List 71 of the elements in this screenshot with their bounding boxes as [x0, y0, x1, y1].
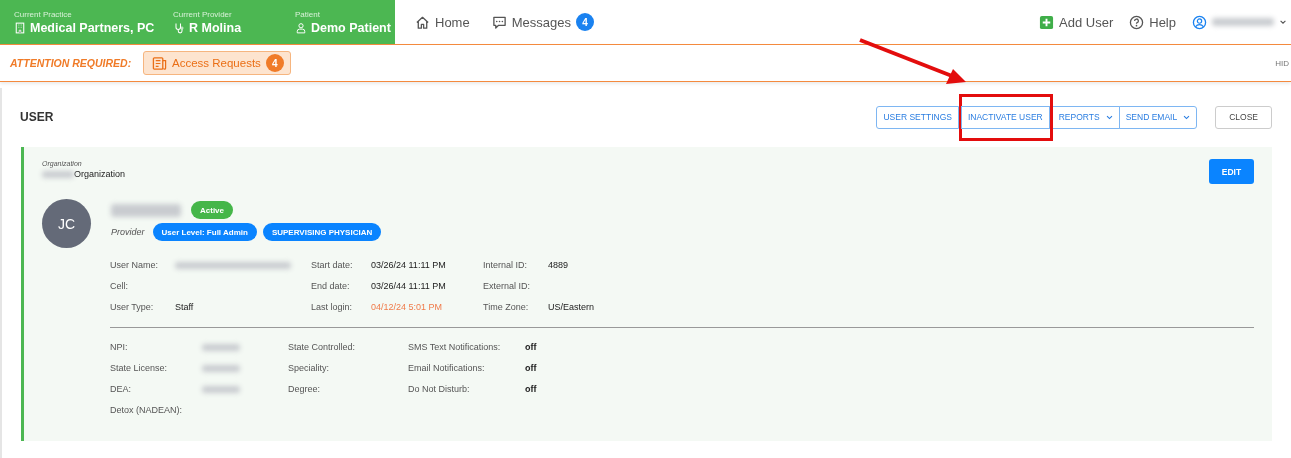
- header-link[interactable]: Add User: [1039, 14, 1114, 30]
- field-label: State Controlled:: [288, 342, 357, 352]
- field-label: Speciality:: [288, 363, 331, 373]
- context-label: Current Provider: [173, 9, 233, 19]
- plus-icon: [1039, 14, 1055, 30]
- caret-icon: [1279, 18, 1287, 26]
- action-button[interactable]: SEND EMAIL: [1118, 105, 1198, 129]
- field-value: off: [525, 342, 537, 352]
- document-icon: [152, 55, 167, 71]
- home-icon: [415, 14, 430, 30]
- field-value: off: [525, 363, 537, 373]
- field-value: 04/12/24 5:01 PM: [371, 302, 443, 312]
- building-icon: [14, 21, 26, 34]
- field-label: Degree:: [288, 384, 322, 394]
- role-badge: User Level: Full Admin: [152, 223, 257, 241]
- header-link[interactable]: Help: [1129, 14, 1176, 30]
- field-label: Do Not Disturb:: [408, 384, 471, 394]
- field-label: User Type:: [110, 302, 155, 312]
- field-label: Internal ID:: [483, 260, 529, 270]
- nav-link[interactable]: Messages 4: [491, 13, 594, 31]
- stethoscope-icon: [173, 21, 185, 34]
- hide-link[interactable]: HID: [1275, 58, 1289, 68]
- field-value: 03/26/24 11:11 PM: [371, 260, 446, 270]
- caret-icon: [1183, 113, 1191, 121]
- context-label: Patient: [295, 9, 321, 19]
- field-label: SMS Text Notifications:: [408, 342, 502, 352]
- field-label: NPI:: [110, 342, 129, 352]
- field-label: DEA:: [110, 384, 132, 394]
- field-value: US/Eastern: [548, 302, 595, 312]
- field-label: Detox (NADEAN):: [110, 405, 183, 415]
- organization-name: Organization: [74, 169, 126, 179]
- person-icon: [295, 21, 307, 34]
- redacted-name: [111, 203, 181, 217]
- access-requests-button[interactable]: Access Requests 4: [143, 51, 291, 75]
- field-value: 03/26/44 11:11 PM: [371, 281, 446, 291]
- context-value[interactable]: Demo Patient: [295, 20, 391, 35]
- field-label: End date:: [311, 281, 351, 291]
- context-label: Current Practice: [14, 9, 73, 19]
- avatar: JC: [42, 199, 91, 248]
- context-value[interactable]: R Molina: [173, 20, 295, 35]
- context-value[interactable]: Medical Partners, PC: [14, 20, 173, 35]
- field-label: Email Notifications:: [408, 363, 486, 373]
- user-icon: [1192, 14, 1207, 30]
- action-button[interactable]: REPORTS: [1051, 105, 1120, 129]
- field-label: Time Zone:: [483, 302, 530, 312]
- field-label: User Name:: [110, 260, 159, 270]
- action-button[interactable]: INACTIVATE USER: [960, 105, 1050, 129]
- page-title: USER: [20, 110, 54, 124]
- caret-icon: [1105, 113, 1113, 121]
- field-label: Last login:: [311, 302, 354, 312]
- count-badge: 4: [575, 13, 594, 31]
- help-icon: [1129, 14, 1145, 30]
- redacted-value: [42, 170, 74, 178]
- field-label: External ID:: [483, 281, 532, 291]
- edit-button[interactable]: EDIT: [1209, 159, 1254, 184]
- attention-label: ATTENTION REQUIRED:: [10, 57, 133, 69]
- status-badge: Active: [191, 201, 233, 219]
- nav-link[interactable]: Home: [415, 14, 470, 30]
- field-label: State License:: [110, 363, 169, 373]
- chat-icon: [491, 14, 507, 30]
- user-menu[interactable]: [1192, 14, 1287, 30]
- action-button[interactable]: USER SETTINGS: [876, 105, 959, 129]
- role-label: Provider: [111, 227, 145, 237]
- field-label: Cell:: [110, 281, 129, 291]
- field-value: off: [525, 384, 537, 394]
- field-label: Start date:: [311, 260, 354, 270]
- count-badge: 4: [265, 54, 284, 72]
- field-value: Staff: [175, 302, 194, 312]
- role-badge: SUPERVISING PHYSICIAN: [262, 223, 382, 241]
- close-button[interactable]: CLOSE: [1215, 105, 1272, 129]
- field-value: 4889: [548, 260, 569, 270]
